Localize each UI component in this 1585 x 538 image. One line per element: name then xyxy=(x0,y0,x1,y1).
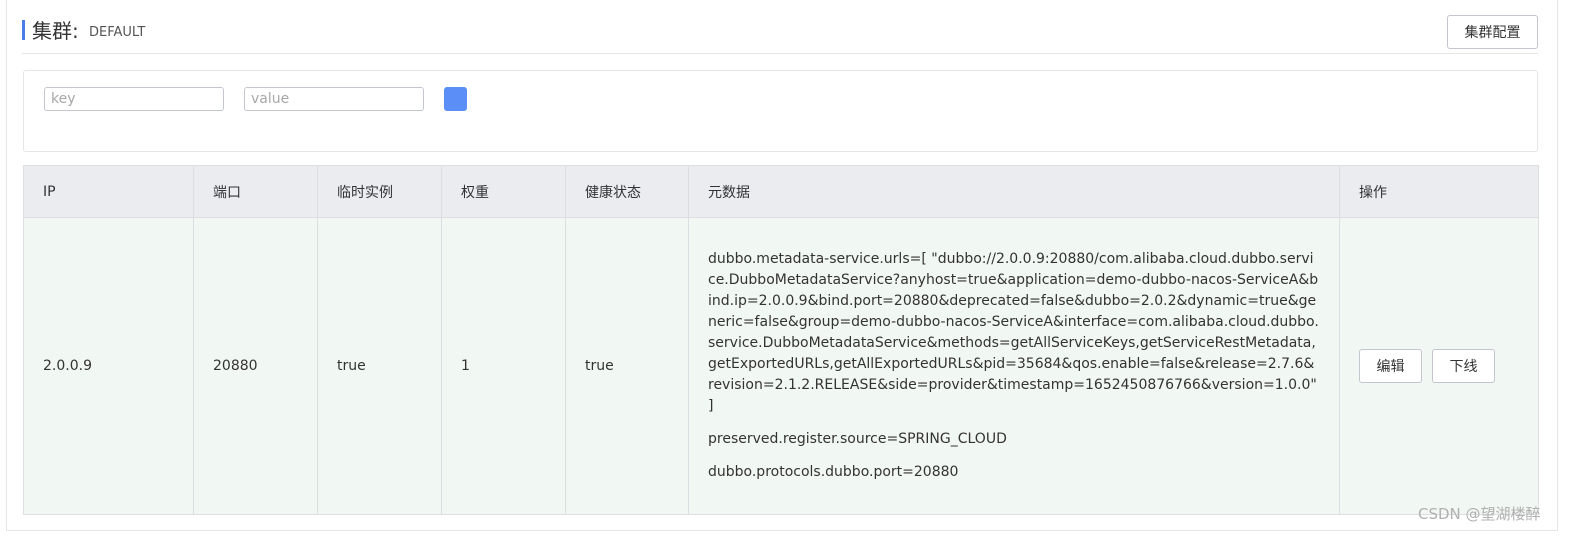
cell-metadata: dubbo.metadata-service.urls=[ "dubbo://2… xyxy=(688,217,1340,515)
metadata-entry: preserved.register.source=SPRING_CLOUD xyxy=(708,431,1007,447)
column-header-ip: IP xyxy=(23,165,194,218)
edit-button[interactable]: 编辑 xyxy=(1359,349,1422,383)
cluster-header: 集群: DEFAULT 集群配置 xyxy=(22,14,1538,54)
filter-value-input[interactable] xyxy=(244,87,424,111)
cell-ephemeral: true xyxy=(317,217,442,515)
filter-key-input[interactable] xyxy=(44,87,224,111)
table-header-row: IP 端口 临时实例 权重 健康状态 元数据 操作 xyxy=(23,165,1539,218)
cell-actions: 编辑 下线 xyxy=(1339,217,1539,515)
title-accent-bar xyxy=(22,20,25,40)
cell-port: 20880 xyxy=(193,217,318,515)
metadata-entry: dubbo.protocols.dubbo.port=20880 xyxy=(708,464,959,480)
instance-table: IP 端口 临时实例 权重 健康状态 元数据 操作 2.0.0.9 20880 … xyxy=(23,165,1539,515)
cluster-config-button[interactable]: 集群配置 xyxy=(1447,15,1538,49)
cell-weight: 1 xyxy=(441,217,566,515)
filter-search-button[interactable] xyxy=(444,87,467,111)
metadata-filter xyxy=(23,70,1538,152)
column-header-weight: 权重 xyxy=(441,165,566,218)
column-header-port: 端口 xyxy=(193,165,318,218)
watermark: CSDN @望湖楼醉 xyxy=(1418,505,1541,523)
column-header-metadata: 元数据 xyxy=(688,165,1340,218)
cell-ip: 2.0.0.9 xyxy=(23,217,194,515)
cell-health: true xyxy=(565,217,689,515)
cluster-name: DEFAULT xyxy=(89,25,146,40)
offline-button[interactable]: 下线 xyxy=(1432,349,1495,383)
cluster-title: 集群: xyxy=(32,19,79,43)
column-header-actions: 操作 xyxy=(1339,165,1539,218)
column-header-health: 健康状态 xyxy=(565,165,689,218)
metadata-entry: dubbo.metadata-service.urls=[ "dubbo://2… xyxy=(708,251,1319,414)
column-header-ephemeral: 临时实例 xyxy=(317,165,442,218)
table-row: 2.0.0.9 20880 true 1 true dubbo.metadata… xyxy=(23,217,1539,515)
